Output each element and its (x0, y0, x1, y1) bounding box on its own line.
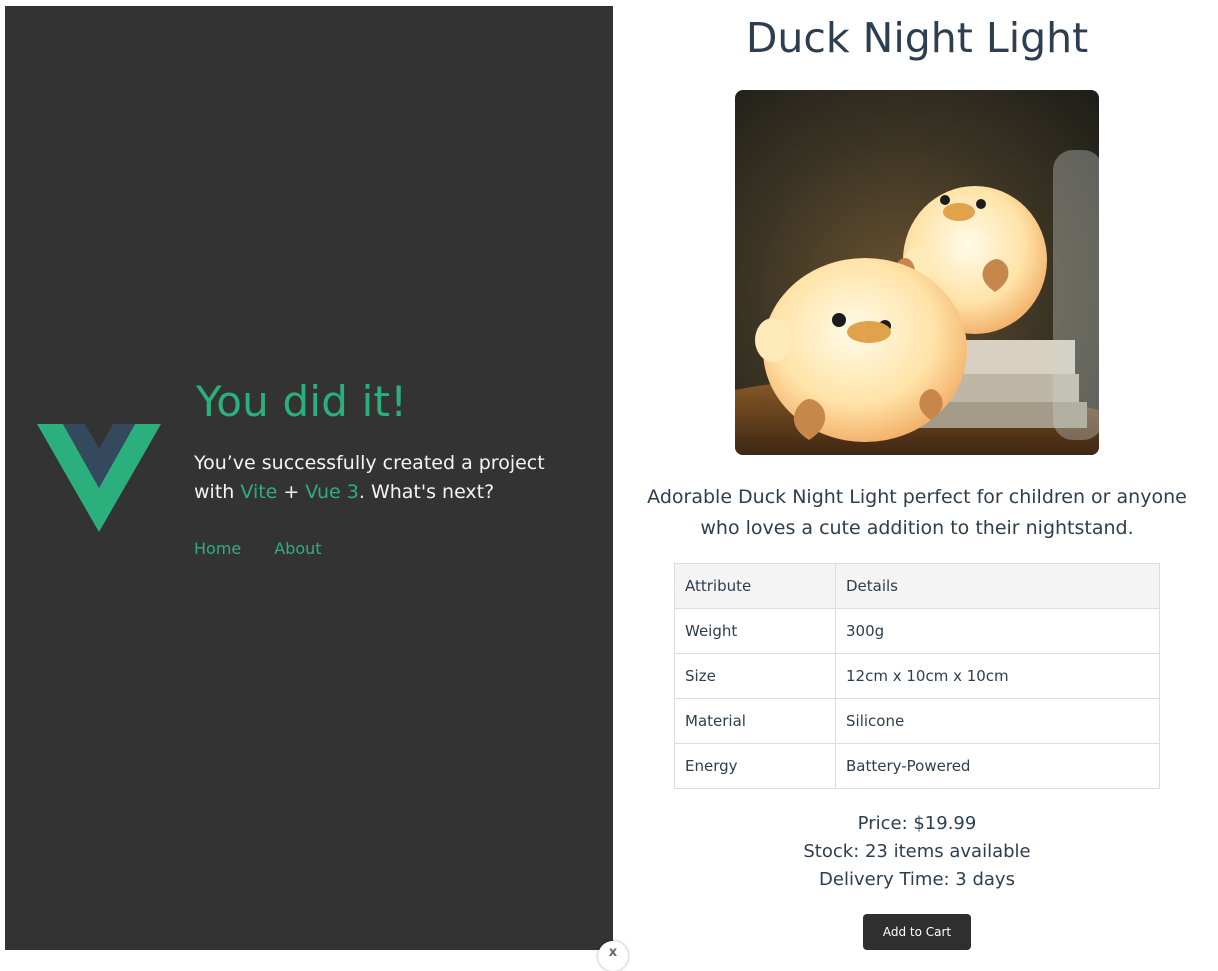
row-details: Battery-Powered (835, 743, 1160, 789)
product-description: Adorable Duck Night Light perfect for ch… (647, 486, 1187, 539)
row-details: 12cm x 10cm x 10cm (835, 653, 1160, 699)
product-title: Duck Night Light (745, 14, 1089, 62)
hero-subtitle: You’ve successfully created a project wi… (194, 449, 574, 507)
delivery-text: Delivery Time: 3 days (819, 869, 1015, 890)
row-attribute: Energy (674, 743, 836, 789)
vite-link[interactable]: Vite (240, 481, 277, 503)
hero-title: You did it! (196, 377, 408, 426)
main-nav: Home About (194, 539, 322, 558)
table-row: Size 12cm x 10cm x 10cm (674, 653, 1160, 699)
add-to-cart-button[interactable]: Add to Cart (863, 914, 971, 950)
spec-table: Attribute Details Weight 300g Size 12cm … (674, 563, 1160, 789)
hero-panel: You did it! You’ve successfully created … (5, 6, 613, 950)
hero-subtitle-suffix: . What's next? (358, 481, 495, 503)
table-header-row: Attribute Details (674, 563, 1160, 609)
row-details: 300g (835, 608, 1160, 654)
row-attribute: Weight (674, 608, 836, 654)
row-details: Silicone (835, 698, 1160, 744)
product-meta: Price: $19.99 Stock: 23 items available … (617, 810, 1217, 894)
duck-night-light-photo-icon (735, 90, 1099, 455)
header-details: Details (835, 563, 1160, 609)
plus-sign: + (283, 481, 300, 503)
row-attribute: Size (674, 653, 836, 699)
product-image (735, 90, 1099, 455)
stock-text: Stock: 23 items available (803, 841, 1031, 862)
table-row: Weight 300g (674, 608, 1160, 654)
nav-about-link[interactable]: About (274, 539, 321, 558)
price-text: Price: $19.99 (857, 813, 977, 834)
nav-home-link[interactable]: Home (194, 539, 241, 558)
header-attribute: Attribute (674, 563, 836, 609)
table-row: Energy Battery-Powered (674, 743, 1160, 789)
close-icon[interactable]: x (598, 941, 628, 971)
vue-logo (37, 424, 161, 532)
row-attribute: Material (674, 698, 836, 744)
table-row: Material Silicone (674, 698, 1160, 744)
vue3-link[interactable]: Vue 3 (305, 481, 359, 503)
